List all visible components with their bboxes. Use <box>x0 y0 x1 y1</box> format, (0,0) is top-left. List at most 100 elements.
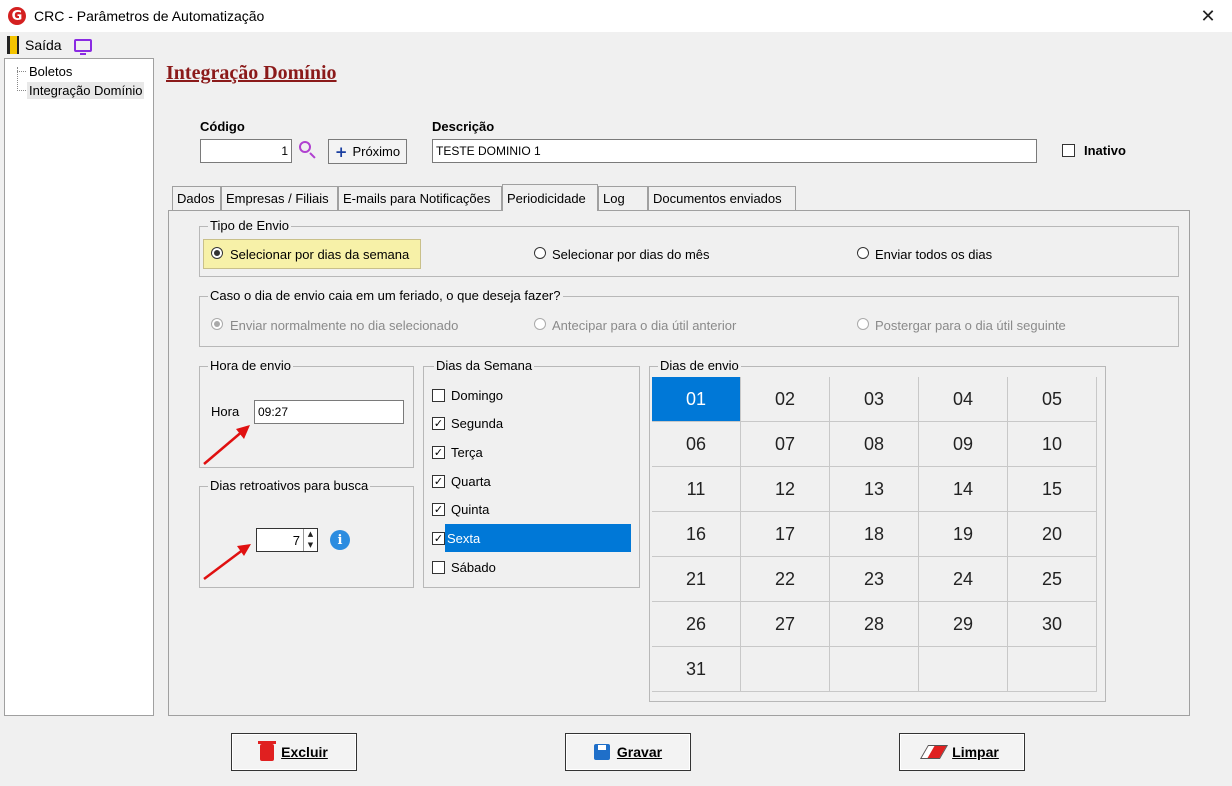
exit-door-icon[interactable] <box>7 36 19 54</box>
window-title: CRC - Parâmetros de Automatização <box>34 8 265 24</box>
day-cell-20[interactable]: 20 <box>1008 512 1097 557</box>
radio-dias-semana[interactable] <box>211 247 223 259</box>
tab-documentos-enviados[interactable]: Documentos enviados <box>648 186 796 210</box>
checkbox-segunda[interactable]: ✓ <box>432 416 445 430</box>
codigo-label: Código <box>200 119 245 134</box>
radio-antecipar[interactable] <box>534 318 546 330</box>
day-cell-19[interactable]: 19 <box>919 512 1008 557</box>
label-dias-mes: Selecionar por dias do mês <box>552 247 710 262</box>
weekday-label: Terça <box>451 444 483 460</box>
day-cell-24[interactable]: 24 <box>919 557 1008 602</box>
tree-item-integracao-dominio[interactable]: Integração Domínio <box>27 82 145 99</box>
weekday-segunda[interactable]: ✓ Segunda <box>432 412 637 434</box>
weekday-label: Sábado <box>451 559 496 575</box>
gravar-button[interactable]: Gravar <box>565 733 691 771</box>
codigo-value: 1 <box>281 144 288 158</box>
checkbox-terca[interactable]: ✓ <box>432 445 445 459</box>
weekday-sexta[interactable]: ✓ Sexta <box>432 524 637 552</box>
weekday-terca[interactable]: ✓ Terça <box>432 441 637 463</box>
weekday-domingo[interactable]: Domingo <box>432 384 637 406</box>
checkbox-quarta[interactable]: ✓ <box>432 474 445 488</box>
checkbox-domingo[interactable] <box>432 388 445 402</box>
weekday-label: Sexta <box>447 530 481 546</box>
close-button[interactable]: ✕ <box>1196 4 1220 28</box>
day-cell-11[interactable]: 11 <box>652 467 741 512</box>
day-cell-17[interactable]: 17 <box>741 512 830 557</box>
checkbox-sexta[interactable]: ✓ <box>432 531 445 545</box>
descricao-input[interactable]: TESTE DOMINIO 1 <box>432 139 1037 163</box>
red-arrow-icon <box>203 425 250 465</box>
page-title: Integração Domínio <box>166 62 337 84</box>
day-cell-14[interactable]: 14 <box>919 467 1008 512</box>
weekday-quarta[interactable]: ✓ Quarta <box>432 470 637 492</box>
inativo-checkbox[interactable] <box>1062 144 1075 157</box>
spinner-buttons: ▲ ▼ <box>303 529 317 551</box>
tab-periodicidade[interactable]: Periodicidade <box>502 184 598 211</box>
checkbox-sabado[interactable] <box>432 560 445 574</box>
day-cell-07[interactable]: 07 <box>741 422 830 467</box>
radio-dias-mes[interactable] <box>534 247 546 259</box>
tree-connector <box>17 90 26 91</box>
title-bar: G CRC - Parâmetros de Automatização ✕ <box>0 0 1232 32</box>
day-cell-03[interactable]: 03 <box>830 377 919 422</box>
day-cell-05[interactable]: 05 <box>1008 377 1097 422</box>
radio-postergar[interactable] <box>857 318 869 330</box>
day-cell-01[interactable]: 01 <box>652 377 741 422</box>
day-cell-16[interactable]: 16 <box>652 512 741 557</box>
label-todos-dias: Enviar todos os dias <box>875 247 993 262</box>
inativo-label: Inativo <box>1084 143 1126 158</box>
day-cell-02[interactable]: 02 <box>741 377 830 422</box>
dias-semana-group: Dias da Semana Domingo ✓ Segunda ✓ Terça… <box>423 358 640 588</box>
hora-envio-title: Hora de envio <box>208 358 293 373</box>
checkbox-quinta[interactable]: ✓ <box>432 502 445 516</box>
day-cell-29[interactable]: 29 <box>919 602 1008 647</box>
dias-retroativos-spinner[interactable]: 7 ▲ ▼ <box>256 528 318 552</box>
day-cell-10[interactable]: 10 <box>1008 422 1097 467</box>
day-cell-22[interactable]: 22 <box>741 557 830 602</box>
search-icon[interactable] <box>298 140 318 160</box>
weekday-quinta[interactable]: ✓ Quinta <box>432 498 637 520</box>
monitor-icon[interactable] <box>73 38 92 55</box>
eraser-icon <box>920 745 949 759</box>
info-icon[interactable]: i <box>330 530 350 550</box>
day-cell-31[interactable]: 31 <box>652 647 741 692</box>
day-cell-06[interactable]: 06 <box>652 422 741 467</box>
excluir-button[interactable]: Excluir <box>231 733 357 771</box>
limpar-button[interactable]: Limpar <box>899 733 1025 771</box>
day-cell-04[interactable]: 04 <box>919 377 1008 422</box>
dias-retroativos-title: Dias retroativos para busca <box>208 478 371 493</box>
radio-todos-dias[interactable] <box>857 247 869 259</box>
save-icon <box>593 744 610 760</box>
day-cell-13[interactable]: 13 <box>830 467 919 512</box>
day-cell-09[interactable]: 09 <box>919 422 1008 467</box>
day-cell-12[interactable]: 12 <box>741 467 830 512</box>
day-cell-25[interactable]: 25 <box>1008 557 1097 602</box>
codigo-input[interactable]: 1 <box>200 139 292 163</box>
day-cell-23[interactable]: 23 <box>830 557 919 602</box>
day-cell-15[interactable]: 15 <box>1008 467 1097 512</box>
day-cell-30[interactable]: 30 <box>1008 602 1097 647</box>
spinner-up-icon[interactable]: ▲ <box>304 529 317 540</box>
red-arrow-icon <box>203 544 251 580</box>
radio-enviar-normalmente[interactable] <box>211 318 223 330</box>
menu-exit[interactable]: Saída <box>25 37 62 53</box>
tab-emails-notificacoes[interactable]: E-mails para Notificações <box>338 186 502 210</box>
hora-input[interactable]: 09:27 <box>254 400 404 424</box>
day-cell-empty <box>919 647 1008 692</box>
day-cell-08[interactable]: 08 <box>830 422 919 467</box>
hora-label: Hora <box>211 404 240 419</box>
tab-dados[interactable]: Dados <box>172 186 221 210</box>
day-cell-18[interactable]: 18 <box>830 512 919 557</box>
weekday-sabado[interactable]: Sábado <box>432 556 637 578</box>
day-cell-28[interactable]: 28 <box>830 602 919 647</box>
day-cell-27[interactable]: 27 <box>741 602 830 647</box>
dias-envio-title: Dias de envio <box>658 358 741 373</box>
tab-empresas-filiais[interactable]: Empresas / Filiais <box>221 186 338 210</box>
tab-log[interactable]: Log <box>598 186 648 210</box>
spinner-down-icon[interactable]: ▼ <box>304 540 317 551</box>
day-cell-21[interactable]: 21 <box>652 557 741 602</box>
tree-item-boletos[interactable]: Boletos <box>27 63 74 80</box>
day-cell-26[interactable]: 26 <box>652 602 741 647</box>
proximo-button[interactable]: + Próximo <box>328 139 407 164</box>
dias-envio-group: Dias de envio 01 02 03 04 05 06 07 08 09 10 11 12 13… <box>649 358 1106 702</box>
